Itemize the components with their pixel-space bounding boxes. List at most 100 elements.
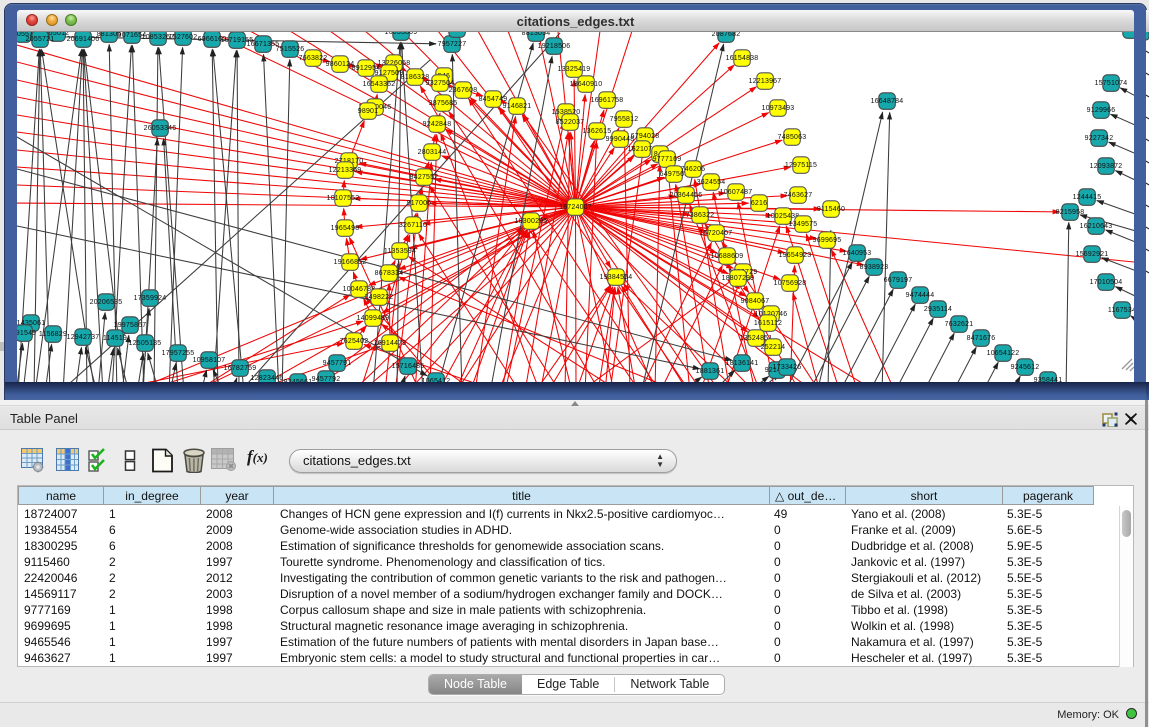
svg-text:1065412: 1065412: [422, 378, 451, 382]
svg-text:111276: 111276: [1119, 32, 1134, 34]
svg-text:9146821: 9146821: [503, 103, 532, 110]
svg-text:18807299: 18807299: [722, 275, 755, 282]
svg-text:15751074: 15751074: [1095, 80, 1128, 87]
svg-text:16210643: 16210643: [1080, 223, 1113, 230]
svg-text:9245612: 9245612: [1011, 364, 1040, 371]
svg-text:8215958: 8215958: [1056, 209, 1085, 216]
svg-text:1965498: 1965498: [331, 225, 360, 232]
svg-text:1244415: 1244415: [1073, 194, 1102, 201]
svg-text:12823446: 12823446: [251, 375, 284, 382]
svg-text:10607487: 10607487: [720, 189, 753, 196]
svg-text:1733426: 1733426: [773, 364, 802, 371]
svg-text:2055721: 2055721: [26, 36, 55, 43]
svg-text:746206: 746206: [681, 166, 706, 173]
svg-text:1362615: 1362615: [583, 128, 612, 135]
svg-text:17359924: 17359924: [134, 295, 167, 302]
svg-text:16914479: 16914479: [374, 340, 407, 347]
svg-text:17010504: 17010504: [1090, 279, 1123, 286]
svg-text:8454749: 8454749: [479, 96, 508, 103]
svg-text:15716485: 15716485: [392, 363, 425, 370]
svg-text:1167534: 1167534: [1108, 307, 1134, 314]
svg-text:16154838: 16154838: [726, 55, 759, 62]
svg-text:917006: 917006: [407, 200, 432, 207]
svg-text:16671355: 16671355: [247, 41, 280, 48]
svg-text:7957227: 7957227: [438, 41, 467, 48]
svg-text:12213967: 12213967: [749, 78, 782, 85]
svg-text:1640953: 1640953: [843, 250, 872, 257]
svg-text:10973493: 10973493: [762, 105, 795, 112]
svg-text:1615112: 1615112: [754, 320, 782, 327]
svg-text:9227342: 9227342: [1085, 135, 1114, 142]
svg-text:10688609: 10688609: [711, 253, 744, 260]
svg-text:20206535: 20206535: [90, 299, 123, 306]
svg-text:9699695: 9699695: [813, 237, 842, 244]
svg-text:2367608: 2367608: [449, 87, 478, 94]
svg-text:2935114: 2935114: [924, 306, 952, 313]
svg-text:7463627: 7463627: [784, 192, 813, 199]
svg-text:8938923: 8938923: [860, 264, 889, 271]
svg-text:16782759: 16782759: [224, 365, 257, 372]
svg-text:19384554: 19384554: [600, 274, 633, 281]
svg-text:7386322: 7386322: [686, 212, 715, 219]
svg-text:6679197: 6679197: [884, 277, 913, 284]
svg-text:9860124: 9860124: [326, 61, 355, 68]
svg-text:8471676: 8471676: [967, 335, 996, 342]
svg-text:19218506: 19218506: [538, 43, 571, 50]
svg-text:88130: 88130: [447, 32, 467, 33]
svg-text:16033809: 16033809: [385, 32, 418, 36]
svg-text:20364456: 20364456: [670, 192, 703, 199]
svg-text:12975115: 12975115: [785, 162, 817, 169]
svg-text:9457792: 9457792: [312, 376, 341, 382]
svg-text:7663822: 7663822: [299, 55, 328, 62]
svg-text:2803144: 2803144: [418, 149, 447, 156]
svg-text:114519: 114519: [103, 335, 127, 342]
svg-text:8427552: 8427552: [410, 174, 439, 181]
svg-text:12942737: 12942737: [67, 334, 100, 341]
svg-text:1349575: 1349575: [789, 221, 818, 228]
svg-text:9245661: 9245661: [284, 379, 313, 382]
svg-text:13325419: 13325419: [558, 66, 591, 73]
svg-text:9358441: 9358441: [1034, 377, 1063, 382]
svg-text:9777169: 9777169: [653, 156, 682, 163]
svg-text:7515526: 7515526: [276, 46, 305, 53]
svg-text:11353594: 11353594: [384, 248, 416, 255]
svg-text:7632621: 7632621: [945, 321, 974, 328]
svg-text:19166852: 19166852: [334, 259, 367, 266]
svg-text:10958107: 10958107: [193, 357, 226, 364]
svg-text:9474444: 9474444: [906, 292, 935, 299]
svg-text:19975867: 19975867: [114, 322, 147, 329]
svg-text:10654122: 10654122: [987, 350, 1020, 357]
svg-text:19654923: 19654923: [779, 252, 812, 259]
svg-text:26053346: 26053346: [144, 125, 177, 132]
svg-text:18300295: 18300295: [515, 218, 548, 225]
svg-text:3624554: 3624554: [697, 179, 726, 186]
svg-text:9129966: 9129966: [1087, 107, 1116, 114]
svg-text:3875685: 3875685: [429, 100, 458, 107]
svg-text:9115460: 9115460: [817, 206, 845, 213]
svg-text:16648784: 16648784: [871, 98, 904, 105]
svg-text:7485063: 7485063: [778, 134, 807, 141]
svg-text:7625402: 7625402: [340, 338, 369, 345]
svg-text:16961758: 16961758: [591, 97, 624, 104]
svg-text:1527602: 1527602: [169, 34, 198, 41]
svg-text:391549: 391549: [17, 330, 36, 337]
svg-text:10756928: 10756928: [774, 280, 807, 287]
svg-text:6216: 6216: [751, 200, 767, 207]
svg-text:9242848: 9242848: [423, 121, 452, 128]
svg-text:9457791: 9457791: [323, 360, 352, 367]
svg-text:12505135: 12505135: [129, 340, 162, 347]
svg-text:18640910: 18640910: [570, 81, 603, 88]
svg-text:14099489: 14099489: [357, 315, 390, 322]
svg-text:12213369: 12213369: [329, 167, 362, 174]
svg-text:15692921: 15692921: [1076, 251, 1109, 258]
svg-text:2087682: 2087682: [712, 32, 741, 38]
svg-text:12093872: 12093872: [1090, 163, 1123, 170]
svg-text:98901: 98901: [358, 108, 378, 115]
svg-text:20691406: 20691406: [67, 36, 100, 43]
svg-text:8522037: 8522037: [556, 119, 585, 126]
svg-text:8813054: 8813054: [522, 32, 551, 37]
svg-text:16543362: 16543362: [363, 81, 396, 88]
svg-text:7955812: 7955812: [610, 116, 639, 123]
svg-text:9327504: 9327504: [426, 80, 455, 87]
svg-text:1881361: 1881361: [696, 368, 725, 375]
